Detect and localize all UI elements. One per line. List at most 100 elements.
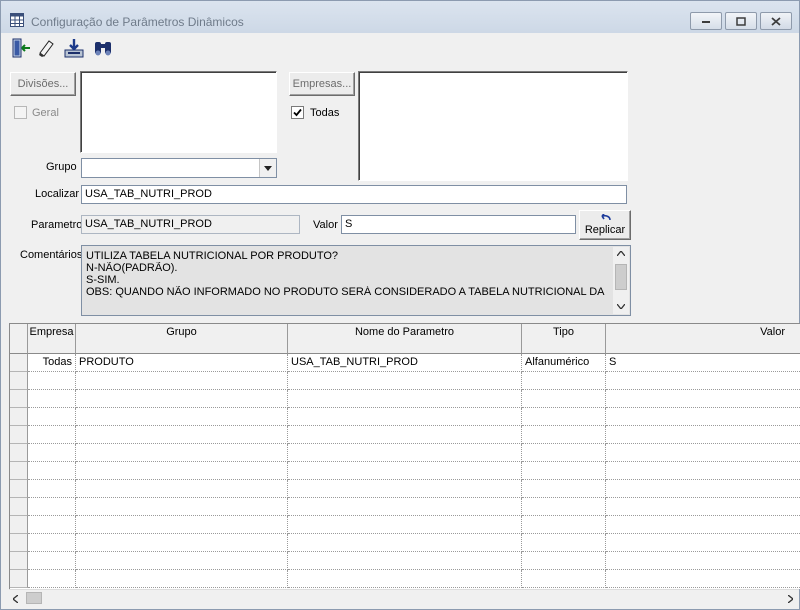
empresas-list[interactable] [358, 71, 628, 181]
empty-cell[interactable] [606, 516, 800, 534]
comentarios-scrollbar[interactable] [613, 247, 629, 314]
empty-cell[interactable] [522, 426, 606, 444]
empty-cell[interactable] [288, 372, 522, 390]
empty-cell[interactable] [606, 426, 800, 444]
empty-cell[interactable] [76, 444, 288, 462]
todas-checkbox[interactable] [291, 106, 304, 119]
empty-cell[interactable] [288, 390, 522, 408]
empty-cell[interactable] [606, 444, 800, 462]
column-header-tipo[interactable]: Tipo [522, 324, 606, 354]
exit-button[interactable] [9, 36, 33, 60]
row-indicator[interactable] [10, 444, 28, 462]
empresas-button[interactable]: Empresas... [289, 72, 355, 96]
empty-cell[interactable] [28, 390, 76, 408]
empty-cell[interactable] [522, 444, 606, 462]
cell-nome[interactable]: USA_TAB_NUTRI_PROD [288, 354, 522, 372]
empty-cell[interactable] [76, 426, 288, 444]
empty-cell[interactable] [288, 570, 522, 588]
row-indicator[interactable] [10, 498, 28, 516]
empty-cell[interactable] [76, 498, 288, 516]
scroll-down-icon[interactable] [617, 304, 625, 309]
scroll-thumb[interactable] [26, 592, 42, 604]
grupo-dropdown-button[interactable] [259, 159, 276, 177]
empty-cell[interactable] [28, 426, 76, 444]
empty-cell[interactable] [288, 516, 522, 534]
empty-cell[interactable] [606, 408, 800, 426]
empty-cell[interactable] [28, 570, 76, 588]
empty-cell[interactable] [28, 372, 76, 390]
empty-cell[interactable] [288, 426, 522, 444]
empty-cell[interactable] [28, 552, 76, 570]
geral-checkbox[interactable] [14, 106, 27, 119]
empty-cell[interactable] [76, 516, 288, 534]
empty-cell[interactable] [28, 462, 76, 480]
row-indicator[interactable] [10, 516, 28, 534]
empty-cell[interactable] [288, 498, 522, 516]
localizar-input[interactable]: USA_TAB_NUTRI_PROD [81, 185, 627, 204]
row-indicator[interactable] [10, 534, 28, 552]
empty-cell[interactable] [522, 516, 606, 534]
empty-cell[interactable] [28, 408, 76, 426]
empty-cell[interactable] [28, 498, 76, 516]
column-header-empresa[interactable]: Empresa [28, 324, 76, 354]
search-button[interactable] [91, 36, 115, 60]
empty-cell[interactable] [76, 408, 288, 426]
grupo-select[interactable] [81, 158, 277, 178]
empty-cell[interactable] [522, 552, 606, 570]
divisoes-button[interactable]: Divisões... [10, 72, 76, 96]
cell-empresa[interactable]: Todas [28, 354, 76, 372]
empty-cell[interactable] [606, 390, 800, 408]
empty-cell[interactable] [288, 552, 522, 570]
column-header-grupo[interactable]: Grupo [76, 324, 288, 354]
empty-cell[interactable] [76, 570, 288, 588]
empty-cell[interactable] [28, 444, 76, 462]
empty-cell[interactable] [28, 534, 76, 552]
minimize-button[interactable] [690, 12, 722, 30]
comentarios-memo[interactable]: UTILIZA TABELA NUTRICIONAL POR PRODUTO? … [81, 245, 631, 316]
row-indicator[interactable] [10, 462, 28, 480]
row-indicator[interactable] [10, 408, 28, 426]
row-indicator[interactable] [10, 552, 28, 570]
maximize-button[interactable] [725, 12, 757, 30]
empty-cell[interactable] [76, 534, 288, 552]
cell-grupo[interactable]: PRODUTO [76, 354, 288, 372]
empty-cell[interactable] [606, 570, 800, 588]
row-indicator[interactable] [10, 570, 28, 588]
empty-cell[interactable] [76, 552, 288, 570]
empty-cell[interactable] [522, 462, 606, 480]
row-indicator[interactable] [10, 480, 28, 498]
empty-cell[interactable] [288, 462, 522, 480]
row-indicator[interactable] [10, 390, 28, 408]
empty-cell[interactable] [522, 390, 606, 408]
row-indicator[interactable] [10, 426, 28, 444]
row-indicator[interactable] [10, 372, 28, 390]
column-header-valor[interactable]: Valor [606, 324, 800, 354]
empty-cell[interactable] [522, 570, 606, 588]
empty-cell[interactable] [288, 480, 522, 498]
empty-cell[interactable] [288, 534, 522, 552]
empty-cell[interactable] [606, 498, 800, 516]
scroll-up-icon[interactable] [617, 251, 625, 256]
column-header-nome[interactable]: Nome do Parametro [288, 324, 522, 354]
valor-input[interactable]: S [341, 215, 576, 234]
empty-cell[interactable] [76, 480, 288, 498]
empty-cell[interactable] [522, 480, 606, 498]
empty-cell[interactable] [606, 480, 800, 498]
empty-cell[interactable] [606, 552, 800, 570]
grid-horizontal-scrollbar[interactable] [9, 589, 799, 606]
empty-cell[interactable] [606, 534, 800, 552]
empty-cell[interactable] [522, 498, 606, 516]
scroll-left-icon[interactable] [13, 595, 18, 603]
empty-cell[interactable] [522, 534, 606, 552]
scroll-right-icon[interactable] [788, 595, 793, 603]
empty-cell[interactable] [288, 408, 522, 426]
row-indicator[interactable] [10, 354, 28, 372]
empty-cell[interactable] [76, 390, 288, 408]
divisoes-list[interactable] [80, 71, 277, 153]
empty-cell[interactable] [76, 372, 288, 390]
close-button[interactable] [760, 12, 792, 30]
clear-button[interactable] [34, 36, 58, 60]
empty-cell[interactable] [522, 408, 606, 426]
empty-cell[interactable] [28, 516, 76, 534]
empty-cell[interactable] [606, 372, 800, 390]
